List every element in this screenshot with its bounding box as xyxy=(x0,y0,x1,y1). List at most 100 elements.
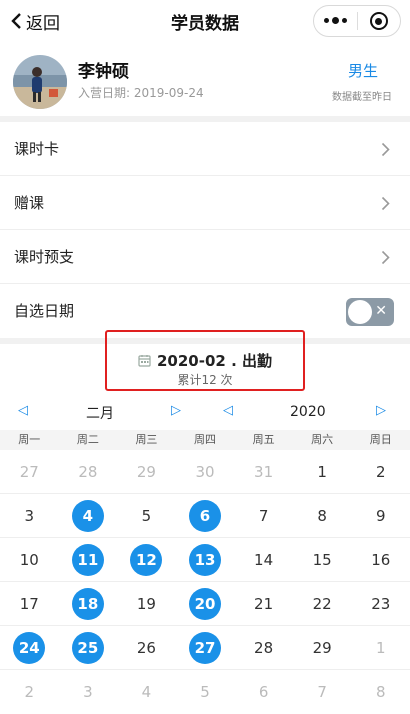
weekday-label: 周一 xyxy=(18,433,41,446)
weekday-label: 周六 xyxy=(311,433,334,446)
calendar-day[interactable]: 2 xyxy=(351,450,410,493)
chevron-right-icon xyxy=(381,196,390,211)
calendar-day[interactable]: 28 xyxy=(59,450,118,493)
day-number: 12 xyxy=(130,543,163,576)
day-number: 4 xyxy=(141,683,152,701)
calendar-day-attended[interactable]: 12 xyxy=(117,538,176,581)
calendar-day[interactable]: 7 xyxy=(293,670,352,714)
dot-icon xyxy=(324,18,329,23)
day-number: 29 xyxy=(312,638,332,657)
day-number: 29 xyxy=(136,462,156,481)
day-number: 7 xyxy=(317,683,327,701)
day-number: 25 xyxy=(71,631,104,664)
weekday-label: 周日 xyxy=(369,433,392,446)
day-number: 18 xyxy=(71,587,104,620)
calendar-day[interactable]: 15 xyxy=(293,538,352,581)
calendar-day[interactable]: 27 xyxy=(0,450,59,493)
more-button[interactable] xyxy=(314,17,357,24)
calendar-day[interactable]: 30 xyxy=(176,450,235,493)
calendar-day[interactable]: 14 xyxy=(234,538,293,581)
weekday-label: 周五 xyxy=(252,433,275,446)
calendar-day[interactable]: 3 xyxy=(59,670,118,714)
weekday-header: 周一 周二 周三 周四 周五 周六 周日 xyxy=(0,430,410,450)
day-number: 27 xyxy=(189,631,222,664)
calendar-day[interactable]: 28 xyxy=(234,626,293,669)
calendar-day[interactable]: 31 xyxy=(234,450,293,493)
day-number: 6 xyxy=(189,499,222,532)
calendar-day[interactable]: 8 xyxy=(293,494,352,537)
day-number: 27 xyxy=(19,462,39,481)
calendar-week-row: 2 3 4 5 6 7 8 xyxy=(0,670,410,714)
day-number: 9 xyxy=(375,506,386,525)
prev-year-button[interactable]: ◁ xyxy=(223,403,233,418)
calendar-day-attended[interactable]: 27 xyxy=(176,626,235,669)
calendar-day[interactable]: 8 xyxy=(351,670,410,714)
calendar-day-attended[interactable]: 6 xyxy=(176,494,235,537)
day-number: 14 xyxy=(254,550,274,569)
calendar-day[interactable]: 10 xyxy=(0,538,59,581)
chevron-right-icon xyxy=(381,142,390,157)
calendar-day[interactable]: 3 xyxy=(0,494,59,537)
day-number: 11 xyxy=(71,543,104,576)
calendar-day[interactable]: 21 xyxy=(234,582,293,625)
enroll-date: 入营日期: 2019-09-24 xyxy=(78,86,204,100)
day-number: 6 xyxy=(258,683,269,701)
day-number: 10 xyxy=(19,550,39,569)
day-number: 1 xyxy=(317,462,327,481)
calendar-day-attended[interactable]: 18 xyxy=(59,582,118,625)
close-icon: ✕ xyxy=(375,303,387,319)
weekday-label: 周三 xyxy=(135,433,158,446)
calendar-day[interactable]: 22 xyxy=(293,582,352,625)
calendar-week-row: 3 4 5 6 7 8 9 xyxy=(0,494,410,538)
calendar-day-attended[interactable]: 24 xyxy=(0,626,59,669)
calendar-day-attended[interactable]: 25 xyxy=(59,626,118,669)
student-name: 李钟硕 xyxy=(78,62,129,82)
chevron-right-icon xyxy=(381,250,390,265)
calendar-day[interactable]: 9 xyxy=(351,494,410,537)
menu-item-lesson-advance[interactable]: 课时预支 xyxy=(0,230,410,284)
day-number: 8 xyxy=(375,683,386,701)
toggle-knob xyxy=(348,300,372,324)
calendar-day[interactable]: 6 xyxy=(234,670,293,714)
calendar-day[interactable]: 2 xyxy=(0,670,59,714)
next-year-button[interactable]: ▷ xyxy=(376,403,386,418)
calendar-day[interactable]: 26 xyxy=(117,626,176,669)
day-number: 26 xyxy=(136,638,156,657)
menu-item-bonus-lessons[interactable]: 赠课 xyxy=(0,176,410,230)
day-number: 13 xyxy=(189,543,222,576)
day-number: 15 xyxy=(312,550,332,569)
calendar-day[interactable]: 1 xyxy=(293,450,352,493)
custom-date-toggle[interactable]: ✕ xyxy=(346,298,394,326)
avatar xyxy=(13,55,67,109)
menu-item-label: 课时预支 xyxy=(14,248,75,266)
day-number: 4 xyxy=(71,499,104,532)
close-button[interactable] xyxy=(358,12,400,30)
calendar-day[interactable]: 29 xyxy=(293,626,352,669)
calendar-day[interactable]: 4 xyxy=(117,670,176,714)
prev-month-button[interactable]: ◁ xyxy=(18,403,28,418)
next-month-button[interactable]: ▷ xyxy=(171,403,181,418)
day-number: 28 xyxy=(254,638,274,657)
calendar-day[interactable]: 29 xyxy=(117,450,176,493)
day-number: 2 xyxy=(24,683,35,701)
calendar-day[interactable]: 1 xyxy=(351,626,410,669)
day-number: 31 xyxy=(254,462,274,481)
day-number: 19 xyxy=(136,594,156,613)
calendar-day[interactable]: 17 xyxy=(0,582,59,625)
calendar-day-attended[interactable]: 20 xyxy=(176,582,235,625)
calendar-week-row: 24 25 26 27 28 29 1 xyxy=(0,626,410,670)
calendar-day[interactable]: 23 xyxy=(351,582,410,625)
day-number: 8 xyxy=(317,506,327,525)
calendar-day[interactable]: 5 xyxy=(176,670,235,714)
calendar-day-attended[interactable]: 11 xyxy=(59,538,118,581)
target-icon xyxy=(369,12,388,30)
calendar-day-attended[interactable]: 13 xyxy=(176,538,235,581)
calendar-day[interactable]: 7 xyxy=(234,494,293,537)
calendar-day-attended[interactable]: 4 xyxy=(59,494,118,537)
calendar-day[interactable]: 19 xyxy=(117,582,176,625)
calendar-day[interactable]: 5 xyxy=(117,494,176,537)
menu-item-lesson-card[interactable]: 课时卡 xyxy=(0,122,410,176)
calendar-week-row: 17 18 19 20 21 22 23 xyxy=(0,582,410,626)
day-number: 16 xyxy=(371,550,391,569)
calendar-day[interactable]: 16 xyxy=(351,538,410,581)
